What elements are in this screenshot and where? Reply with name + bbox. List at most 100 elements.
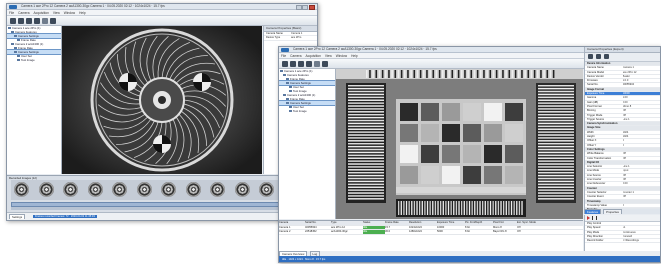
film-thumbnail[interactable]	[112, 182, 127, 197]
film-thumbnail[interactable]	[136, 182, 152, 197]
property-value[interactable]: Off	[623, 195, 660, 198]
column-header[interactable]: Resolution	[409, 221, 437, 225]
property-name: Gain (dB)	[587, 100, 599, 104]
property-value[interactable]: Camera 1	[291, 32, 317, 35]
single-shot-icon[interactable]	[290, 60, 296, 67]
property-value[interactable]: 40055934	[623, 83, 660, 86]
property-value[interactable]: Off	[623, 152, 660, 155]
film-thumbnail[interactable]	[259, 182, 274, 197]
film-thumbnail[interactable]	[210, 182, 225, 197]
tree-item[interactable]: Test Image	[7, 58, 61, 62]
property-value[interactable]: Continuous	[623, 231, 660, 234]
property-name: Width	[587, 130, 594, 134]
property-value[interactable]: 1024	[623, 135, 660, 138]
property-name: Image Size	[587, 126, 601, 130]
property-value[interactable]: 0	[623, 144, 660, 147]
property-value[interactable]: Off	[623, 114, 660, 117]
settings-icon[interactable]	[604, 54, 609, 59]
property-value[interactable]: Off	[623, 157, 660, 160]
property-name: Device Vendor	[587, 74, 604, 78]
camera-icon	[286, 78, 289, 81]
filter-icon[interactable]	[596, 54, 601, 59]
film-thumbnail[interactable]	[161, 182, 176, 197]
property-value[interactable]: 0.00	[623, 101, 660, 104]
table-cell: 1024x1024	[409, 225, 422, 229]
camera-icon	[289, 106, 292, 109]
film-thumbnail[interactable]	[234, 182, 250, 197]
expand-icon[interactable]	[588, 54, 593, 59]
open-camera-icon[interactable]	[10, 17, 16, 24]
property-name: Camera Name	[587, 66, 604, 70]
zoom-icon[interactable]	[50, 17, 56, 24]
continuous-shot-icon[interactable]	[298, 60, 304, 67]
property-value[interactable]: Line 1	[623, 165, 660, 168]
property-value[interactable]: 10000	[623, 92, 660, 95]
camera-icon	[286, 98, 289, 101]
property-value[interactable]: 0.00	[623, 182, 660, 185]
property-value[interactable]: Mono 8	[623, 105, 660, 108]
table-cell: Idle	[363, 225, 385, 230]
property-value[interactable]: 1.0.0	[623, 79, 660, 82]
column-header[interactable]: Pix. Fmt/Depth	[465, 221, 493, 225]
single-shot-icon[interactable]	[18, 17, 24, 24]
property-row[interactable]: Device Type ace 2Pro	[264, 36, 317, 41]
film-thumbnail[interactable]	[63, 182, 78, 197]
property-value[interactable]: C:\Recordings	[623, 239, 660, 242]
stop-icon[interactable]	[34, 17, 40, 24]
film-thumbnail[interactable]	[87, 182, 103, 197]
zoom-icon[interactable]	[322, 60, 328, 67]
property-value[interactable]: Forward	[623, 235, 660, 238]
property-value[interactable]: 0	[623, 139, 660, 142]
property-value[interactable]: Counter 1	[623, 191, 660, 194]
column-header[interactable]: Pixel Fmt	[493, 221, 517, 225]
property-value[interactable]: Input	[623, 169, 660, 172]
property-value[interactable]: 1024	[623, 131, 660, 134]
property-value[interactable]: Off	[623, 109, 660, 112]
play-icon[interactable]	[587, 216, 590, 220]
property-value[interactable]	[623, 222, 660, 225]
film-thumbnail[interactable]	[38, 182, 54, 197]
table-cell: 40055934	[305, 225, 317, 229]
tree-item[interactable]: Test Image	[279, 109, 335, 113]
property-name: White Balance	[587, 152, 604, 156]
filmstrip-thumbnails[interactable]	[11, 180, 313, 200]
table-row[interactable]: Camera 2 22518452 acA1300-30gc Idle 30.0 1280…	[279, 230, 583, 235]
table-cell: Bayer RG 8	[493, 230, 507, 234]
camera-icon	[14, 35, 17, 38]
camera-icon	[11, 43, 14, 46]
settings-tab[interactable]: Settings	[9, 214, 26, 219]
property-value[interactable]: Camera 1	[623, 66, 660, 69]
column-header[interactable]: Type	[331, 221, 363, 225]
open-camera-icon[interactable]	[282, 60, 288, 67]
record-icon[interactable]	[314, 60, 320, 67]
features-tab[interactable]: Features	[584, 209, 602, 214]
property-value	[623, 88, 660, 91]
property-row[interactable]: Record Folder C:\Recordings	[585, 239, 660, 244]
property-name: Exposure Time	[587, 92, 605, 96]
column-header[interactable]: Ext. Sync. Mode	[517, 221, 553, 225]
property-value[interactable]: ace 2Pro 12	[623, 71, 660, 74]
property-value[interactable]: Off	[623, 174, 660, 177]
continuous-shot-icon[interactable]	[26, 17, 32, 24]
property-value[interactable]: Line 1	[623, 118, 660, 121]
column-header[interactable]: Exposure Time	[437, 221, 465, 225]
table-cell: 8 bit	[465, 230, 470, 234]
film-thumbnail[interactable]	[185, 182, 201, 197]
pause-icon[interactable]	[592, 216, 597, 220]
column-header[interactable]: Frame Rate	[385, 221, 409, 225]
property-value[interactable]: 0	[623, 204, 660, 207]
property-value[interactable]: x1	[623, 226, 660, 229]
properties-tab[interactable]: Properties	[603, 209, 622, 214]
camera-icon	[14, 51, 17, 54]
camera-icon	[283, 74, 286, 77]
record-icon[interactable]	[42, 17, 48, 24]
property-value[interactable]: 1.00	[623, 96, 660, 99]
property-value[interactable]: ace 2Pro	[291, 36, 317, 39]
property-value[interactable]: Off	[623, 178, 660, 181]
stop-icon[interactable]	[306, 60, 312, 67]
film-thumbnail[interactable]	[14, 182, 29, 197]
column-header[interactable]: Camera	[279, 221, 305, 225]
property-value[interactable]: Basler	[623, 75, 660, 78]
column-header[interactable]: Serial No.	[305, 221, 331, 225]
column-header[interactable]: Status	[363, 221, 385, 225]
